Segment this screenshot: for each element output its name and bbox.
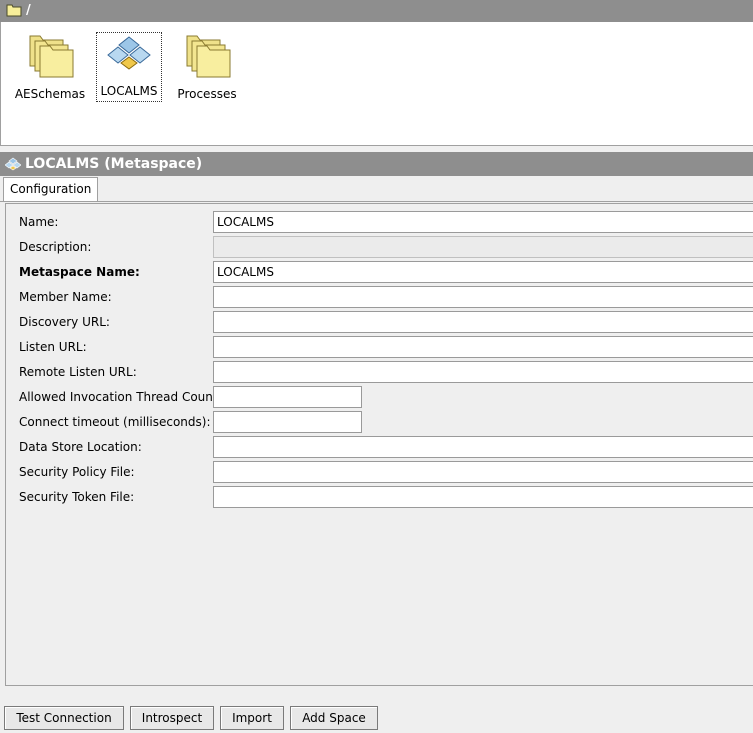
browser-item-processes[interactable]: Processes xyxy=(171,30,243,101)
metaspace-name-label: Metaspace Name: xyxy=(19,265,140,279)
browser-item-label: AESchemas xyxy=(14,87,86,101)
listen-url-field[interactable] xyxy=(213,336,753,358)
member-name-label: Member Name: xyxy=(19,290,112,304)
browser-item-label: LOCALMS xyxy=(100,84,158,98)
data-store-location-field[interactable] xyxy=(213,436,753,458)
description-field xyxy=(213,236,753,258)
path-bar: / xyxy=(0,0,753,22)
tab-divider xyxy=(0,201,753,202)
tab-configuration[interactable]: Configuration xyxy=(3,177,99,202)
browser-item-aeschemas[interactable]: AESchemas xyxy=(14,30,86,101)
name-label: Name: xyxy=(19,215,59,229)
browser-item-label: Processes xyxy=(177,87,237,101)
detail-header: LOCALMS (Metaspace) xyxy=(0,152,753,176)
folder-stack-icon xyxy=(186,35,231,78)
test-connection-button[interactable]: Test Connection xyxy=(4,706,124,730)
security-policy-file-field[interactable] xyxy=(213,461,753,483)
connect-timeout-field[interactable] xyxy=(213,411,362,433)
connect-timeout-label: Connect timeout (milliseconds): xyxy=(19,415,211,429)
member-name-field[interactable] xyxy=(213,286,753,308)
discovery-url-label: Discovery URL: xyxy=(19,315,110,329)
remote-listen-url-label: Remote Listen URL: xyxy=(19,365,137,379)
resource-browser: AESchemas LOCALMS Processes xyxy=(0,22,753,146)
description-label: Description: xyxy=(19,240,92,254)
add-space-button[interactable]: Add Space xyxy=(290,706,378,730)
metaspace-name-field[interactable]: LOCALMS xyxy=(213,261,753,283)
listen-url-label: Listen URL: xyxy=(19,340,87,354)
remote-listen-url-field[interactable] xyxy=(213,361,753,383)
security-token-file-label: Security Token File: xyxy=(19,490,135,504)
introspect-button[interactable]: Introspect xyxy=(130,706,214,730)
current-path: / xyxy=(26,3,31,18)
metaspace-icon xyxy=(5,157,21,171)
thread-count-label: Allowed Invocation Thread Count: xyxy=(19,390,222,404)
page-title: LOCALMS (Metaspace) xyxy=(25,156,203,172)
import-button[interactable]: Import xyxy=(220,706,284,730)
metaspace-icon xyxy=(107,36,151,70)
browser-item-localms[interactable]: LOCALMS xyxy=(96,32,162,102)
security-policy-file-label: Security Policy File: xyxy=(19,465,135,479)
security-token-file-field[interactable] xyxy=(213,486,753,508)
data-store-location-label: Data Store Location: xyxy=(19,440,142,454)
discovery-url-field[interactable] xyxy=(213,311,753,333)
thread-count-field[interactable] xyxy=(213,386,362,408)
configuration-form: Name: LOCALMS Description: Metaspace Nam… xyxy=(5,203,753,686)
name-field[interactable]: LOCALMS xyxy=(213,211,753,233)
folder-icon xyxy=(6,4,22,17)
folder-stack-icon xyxy=(29,35,74,78)
